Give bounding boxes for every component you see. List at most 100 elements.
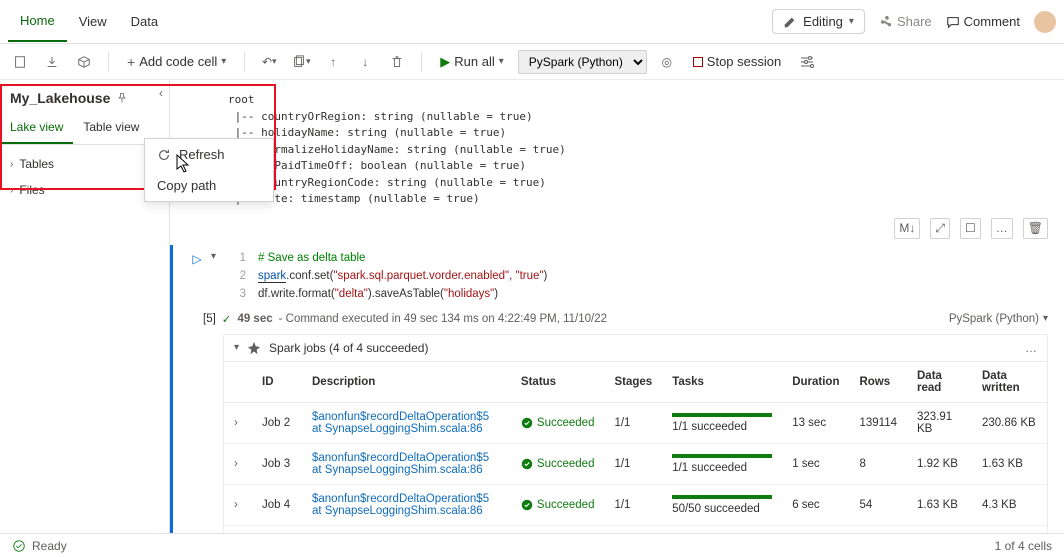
refresh-label: Refresh [179, 147, 225, 162]
chevron-down-icon: ▾ [1043, 313, 1048, 324]
clipboard-icon[interactable] [8, 50, 32, 74]
comment-button[interactable]: Comment [946, 14, 1020, 29]
collapse-sidebar-icon[interactable]: ‹ [159, 86, 163, 100]
add-code-cell-button[interactable]: + Add code cell ▾ [121, 50, 232, 74]
cell-number: [5] [203, 313, 216, 325]
data-written: 4.3 KB [972, 484, 1047, 525]
comment-icon [946, 15, 960, 29]
context-copy-path[interactable]: Copy path [145, 170, 273, 201]
duration: 1 sec [782, 443, 849, 484]
schema-output: root |-- countryOrRegion: string (nullab… [170, 88, 1048, 212]
col-tasks[interactable]: Tasks [662, 362, 782, 403]
run-all-label: Run all [454, 54, 494, 69]
chevron-right-icon[interactable]: › [234, 417, 238, 429]
tasks: 1/1 succeeded [662, 525, 782, 533]
user-avatar[interactable] [1034, 11, 1056, 33]
table-row: ›Job 5$anonfun$recordDeltaOperation$5 at… [224, 525, 1047, 533]
toolbar: + Add code cell ▾ ↶▾ ▾ ↑ ↓ ▶ Run all ▾ P… [0, 44, 1064, 80]
chevron-down-icon[interactable]: ▾ [234, 342, 239, 353]
col-duration[interactable]: Duration [782, 362, 849, 403]
copy-icon[interactable]: ▾ [289, 50, 313, 74]
files-label: Files [19, 183, 44, 197]
spark-jobs-panel: ▾ Spark jobs (4 of 4 succeeded) … ID Des… [223, 334, 1048, 533]
move-down-icon[interactable]: ↓ [353, 50, 377, 74]
duration-label: 49 sec [237, 313, 272, 325]
tables-label: Tables [19, 157, 54, 171]
stages: 1/1 [604, 402, 662, 443]
language-select[interactable]: PySpark (Python) [518, 50, 647, 74]
stop-session-label: Stop session [707, 54, 781, 69]
status-badge: Succeeded [521, 417, 595, 429]
tab-table-view[interactable]: Table view [73, 112, 149, 144]
job-description-link[interactable]: $anonfun$recordDeltaOperation$5 at Synap… [302, 525, 511, 533]
copy-path-label: Copy path [157, 178, 216, 193]
job-description-link[interactable]: $anonfun$recordDeltaOperation$5 at Synap… [302, 402, 511, 443]
chevron-right-icon: › [10, 185, 13, 196]
notebook: root |-- countryOrRegion: string (nullab… [170, 80, 1064, 533]
code-cell: ▷ ▾ 1# Save as delta table 2spark.conf.s… [170, 245, 1048, 534]
cube-icon[interactable] [72, 50, 96, 74]
rows: 54 [849, 484, 907, 525]
share-button[interactable]: Share [879, 14, 932, 29]
tab-data[interactable]: Data [119, 2, 170, 41]
col-id[interactable]: ID [252, 362, 302, 403]
expand-icon[interactable]: ⤢ [930, 218, 950, 239]
context-menu: Refresh Copy path [144, 138, 274, 202]
code-editor[interactable]: 1# Save as delta table 2spark.conf.set("… [216, 245, 547, 308]
job-description-link[interactable]: $anonfun$recordDeltaOperation$5 at Synap… [302, 443, 511, 484]
editing-mode-button[interactable]: Editing ▾ [772, 9, 865, 34]
col-written[interactable]: Data written [972, 362, 1047, 403]
output-icon[interactable]: ☐ [960, 218, 981, 239]
check-icon: ✓ [222, 312, 232, 326]
data-written: 230.86 KB [972, 402, 1047, 443]
run-all-button[interactable]: ▶ Run all ▾ [434, 50, 510, 74]
tab-view[interactable]: View [67, 2, 119, 41]
markdown-toggle[interactable]: M↓ [894, 218, 920, 239]
stages: 1/-1 [604, 525, 662, 533]
table-row: ›Job 2$anonfun$recordDeltaOperation$5 at… [224, 402, 1047, 443]
chevron-right-icon[interactable]: › [234, 458, 238, 470]
tab-home[interactable]: Home [8, 1, 67, 42]
add-code-cell-label: Add code cell [139, 54, 217, 69]
col-read[interactable]: Data read [907, 362, 972, 403]
move-up-icon[interactable]: ↑ [321, 50, 345, 74]
job-id: Job 3 [252, 443, 302, 484]
chevron-right-icon[interactable]: › [234, 499, 238, 511]
chevron-down-icon: ▾ [221, 56, 226, 67]
spark-jobs-table: ID Description Status Stages Tasks Durat… [224, 362, 1047, 533]
cell-language[interactable]: PySpark (Python) [949, 313, 1039, 325]
ready-label: Ready [32, 539, 67, 553]
stop-session-button[interactable]: Stop session [687, 50, 787, 73]
col-rows[interactable]: Rows [849, 362, 907, 403]
execution-message: - Command executed in 49 sec 134 ms on 4… [279, 313, 607, 325]
spark-jobs-title: Spark jobs (4 of 4 succeeded) [269, 341, 428, 355]
play-icon: ▶ [440, 54, 450, 70]
data-read: 1.63 KB [907, 484, 972, 525]
status-bar: Ready 1 of 4 cells [0, 533, 1064, 557]
settings-icon[interactable] [795, 50, 819, 74]
job-description-link[interactable]: $anonfun$recordDeltaOperation$5 at Synap… [302, 484, 511, 525]
col-desc[interactable]: Description [302, 362, 511, 403]
tasks: 50/50 succeeded [662, 484, 782, 525]
editing-label: Editing [803, 14, 843, 29]
more-icon[interactable]: … [1025, 341, 1037, 355]
data-written: 1.63 KB [972, 443, 1047, 484]
col-stages[interactable]: Stages [604, 362, 662, 403]
col-status[interactable]: Status [511, 362, 605, 403]
undo-icon[interactable]: ↶▾ [257, 50, 281, 74]
delete-icon[interactable] [385, 50, 409, 74]
tasks: 1/1 succeeded [662, 443, 782, 484]
status-badge: Succeeded [521, 458, 595, 470]
pin-icon[interactable] [116, 92, 128, 104]
more-icon[interactable]: … [991, 218, 1013, 239]
context-refresh[interactable]: Refresh [145, 139, 273, 170]
ribbon: Home View Data Editing ▾ Share Comment [0, 0, 1064, 44]
run-cell-button[interactable]: ▷ [183, 245, 211, 273]
link-icon[interactable]: ◎ [655, 50, 679, 74]
download-icon[interactable] [40, 50, 64, 74]
delete-cell-icon[interactable]: 🗑 [1023, 218, 1048, 239]
duration: < 1 ms [782, 525, 849, 533]
tab-lake-view[interactable]: Lake view [0, 112, 73, 144]
tasks: 1/1 succeeded [662, 402, 782, 443]
comment-label: Comment [964, 14, 1020, 29]
